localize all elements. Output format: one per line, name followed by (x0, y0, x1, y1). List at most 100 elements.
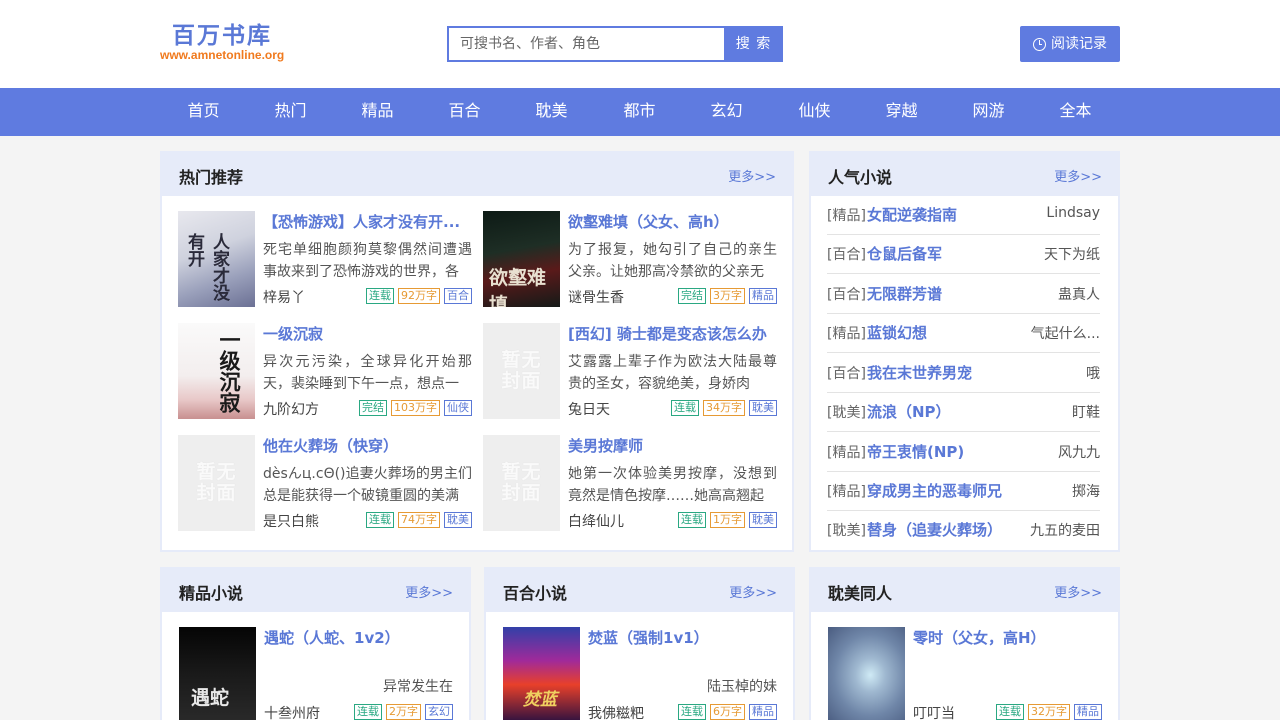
rank-book-name[interactable]: 蓝锁幻想 (867, 322, 927, 343)
list-item[interactable]: [百合] 仓鼠后备军 天下为纸 (827, 235, 1100, 274)
book-card[interactable]: 一级沉寂 一级沉寂 异次元污染，全球异化开始那天，裴染睡到下午一点，想点一 九阶… (178, 323, 472, 419)
list-item[interactable]: [耽美] 流浪（NP） 盯鞋 (827, 393, 1100, 432)
rank-book-name[interactable]: 帝王衷情(NP) (867, 441, 964, 462)
book-card[interactable]: 焚蓝 焚蓝（强制1v1） 陆玉棹的妹 我佛糍粑 连载 6万字 精品 (503, 627, 777, 720)
book-card[interactable]: 人家才没有开 【恐怖游戏】人家才没有开... 死宅单细胞颜狗莫黎偶然间遭遇事故来… (178, 211, 472, 307)
rank-book-name[interactable]: 流浪（NP） (867, 401, 951, 422)
book-cover[interactable]: 焚蓝 (503, 627, 580, 720)
book-author[interactable]: 叮叮当 (913, 703, 955, 720)
nav-item-hot[interactable]: 热门 (247, 88, 334, 136)
reading-history-label: 阅读记录 (1051, 36, 1107, 52)
rank-author[interactable]: 蛊真人 (1058, 284, 1100, 304)
rank-author[interactable]: 气起什么... (1031, 323, 1100, 343)
clock-icon (1033, 37, 1046, 51)
book-cover[interactable]: 人家才没有开 (178, 211, 255, 307)
nav-item-online-game[interactable]: 网游 (945, 88, 1032, 136)
rank-book-name[interactable]: 仓鼠后备军 (867, 243, 942, 264)
search-input[interactable] (449, 28, 724, 60)
list-item[interactable]: [百合] 我在末世养男宠 哦 (827, 354, 1100, 393)
search-button[interactable]: 搜 索 (724, 26, 783, 62)
book-cover-placeholder[interactable]: 暂无封面 (483, 435, 560, 531)
rank-book-name[interactable]: 我在末世养男宠 (867, 362, 972, 383)
book-cover[interactable]: 遇蛇 (179, 627, 256, 720)
list-item[interactable]: [百合] 无限群芳谱 蛊真人 (827, 275, 1100, 314)
site-url[interactable]: www.amnetonline.org (160, 48, 284, 62)
book-title[interactable]: 零时（父女，高H） (913, 627, 1102, 648)
rank-book-name[interactable]: 穿成男主的恶毒师兄 (867, 480, 1002, 501)
nav-item-complete[interactable]: 全本 (1032, 88, 1119, 136)
book-author[interactable]: 九阶幻方 (263, 399, 319, 419)
panel-header: 耽美同人 更多>> (811, 569, 1118, 612)
book-cover-placeholder[interactable]: 暂无封面 (483, 323, 560, 419)
nav-item-home[interactable]: 首页 (160, 88, 247, 136)
book-cover[interactable]: 欲壑难填 (483, 211, 560, 307)
more-link[interactable]: 更多>> (728, 166, 776, 185)
book-author[interactable]: 兔日天 (568, 399, 610, 419)
site-logo[interactable]: 百万书库 (172, 16, 272, 50)
reading-history-button[interactable]: 阅读记录 (1020, 26, 1120, 62)
book-title[interactable]: 欲壑难填（父女、高h） (568, 211, 777, 232)
rank-author[interactable]: Lindsay (1046, 205, 1100, 221)
rank-book-name[interactable]: 替身（追妻火葬场） (867, 519, 1002, 540)
book-cover[interactable] (828, 627, 905, 720)
book-description: 异常发生在 (383, 679, 453, 695)
rank-author[interactable]: 哦 (1086, 363, 1100, 383)
more-link[interactable]: 更多>> (1054, 166, 1102, 185)
nav-item-urban[interactable]: 都市 (596, 88, 683, 136)
panel-title: 热门推荐 (179, 168, 244, 187)
search-box (447, 26, 724, 62)
book-title[interactable]: 他在火葬场（快穿） (263, 435, 472, 456)
nav-item-baihe[interactable]: 百合 (421, 88, 508, 136)
nav-item-danmei[interactable]: 耽美 (508, 88, 595, 136)
book-card[interactable]: 暂无封面 [西幻] 骑士都是变态该怎么办 艾露露上辈子作为欧法大陆最尊贵的圣女，… (483, 323, 777, 419)
rank-author[interactable]: 天下为纸 (1044, 244, 1100, 264)
book-author[interactable]: 我佛糍粑 (588, 703, 644, 720)
nav-item-fantasy[interactable]: 玄幻 (683, 88, 770, 136)
book-description: 她第一次体验美男按摩，没想到竟然是情色按摩……她高高翘起 (568, 466, 777, 504)
rank-author[interactable]: 九五的麦田 (1030, 520, 1100, 540)
word-count-badge: 2万字 (386, 704, 421, 720)
rank-author[interactable]: 风九九 (1058, 442, 1100, 462)
book-author[interactable]: 谜骨生香 (568, 287, 624, 307)
panel-header: 热门推荐 更多>> (162, 153, 792, 196)
rank-author[interactable]: 掷海 (1072, 481, 1100, 501)
book-description: 为了报复，她勾引了自己的亲生父亲。让她那高冷禁欲的父亲无 (568, 242, 777, 280)
book-author[interactable]: 梓易丫 (263, 287, 305, 307)
book-title[interactable]: 美男按摩师 (568, 435, 777, 456)
book-card[interactable]: 欲壑难填 欲壑难填（父女、高h） 为了报复，她勾引了自己的亲生父亲。让她那高冷禁… (483, 211, 777, 307)
book-title[interactable]: 焚蓝（强制1v1） (588, 627, 777, 648)
book-card[interactable]: 零时（父女，高H） 叮叮当 连载 32万字 精品 (828, 627, 1102, 720)
rank-author[interactable]: 盯鞋 (1072, 402, 1100, 422)
book-cover-placeholder[interactable]: 暂无封面 (178, 435, 255, 531)
list-item[interactable]: [耽美] 替身（追妻火葬场） 九五的麦田 (827, 511, 1100, 550)
nav-item-time-travel[interactable]: 穿越 (858, 88, 945, 136)
book-title[interactable]: 【恐怖游戏】人家才没有开... (263, 211, 472, 232)
book-title[interactable]: 一级沉寂 (263, 323, 472, 344)
boutique-novels-panel: 精品小说 更多>> 遇蛇 遇蛇（人蛇、1v2） 异常发生在 十叁州府 连载 2万… (160, 567, 471, 720)
list-item[interactable]: [精品] 帝王衷情(NP) 风九九 (827, 433, 1100, 472)
rank-book-name[interactable]: 女配逆袭指南 (867, 204, 957, 225)
nav-item-boutique[interactable]: 精品 (334, 88, 421, 136)
more-link[interactable]: 更多>> (1054, 582, 1102, 601)
book-card[interactable]: 暂无封面 美男按摩师 她第一次体验美男按摩，没想到竟然是情色按摩……她高高翘起 … (483, 435, 777, 531)
list-item[interactable]: [精品] 女配逆袭指南 Lindsay (827, 196, 1100, 235)
book-card[interactable]: 暂无封面 他在火葬场（快穿） dèsんц.cΘ()追妻火葬场的男主们总是能获得一… (178, 435, 472, 531)
book-title[interactable]: [西幻] 骑士都是变态该怎么办 (568, 323, 777, 344)
book-cover[interactable]: 一级沉寂 (178, 323, 255, 419)
book-author[interactable]: 十叁州府 (264, 703, 320, 720)
nav-item-xianxia[interactable]: 仙侠 (771, 88, 858, 136)
rank-book-name[interactable]: 无限群芳谱 (867, 283, 942, 304)
book-title[interactable]: 遇蛇（人蛇、1v2） (264, 627, 453, 648)
book-card[interactable]: 遇蛇 遇蛇（人蛇、1v2） 异常发生在 十叁州府 连载 2万字 玄幻 (179, 627, 453, 720)
category-badge: 玄幻 (425, 704, 453, 720)
list-item[interactable]: [精品] 蓝锁幻想 气起什么... (827, 314, 1100, 353)
word-count-badge: 74万字 (398, 512, 440, 528)
book-description: 陆玉棹的妹 (707, 679, 777, 695)
more-link[interactable]: 更多>> (405, 582, 453, 601)
status-badge: 完结 (678, 288, 706, 304)
list-item[interactable]: [精品] 穿成男主的恶毒师兄 掷海 (827, 472, 1100, 511)
book-author[interactable]: 是只白熊 (263, 511, 319, 531)
book-author[interactable]: 白绛仙儿 (568, 511, 624, 531)
more-link[interactable]: 更多>> (729, 582, 777, 601)
category-badge: 精品 (1074, 704, 1102, 720)
